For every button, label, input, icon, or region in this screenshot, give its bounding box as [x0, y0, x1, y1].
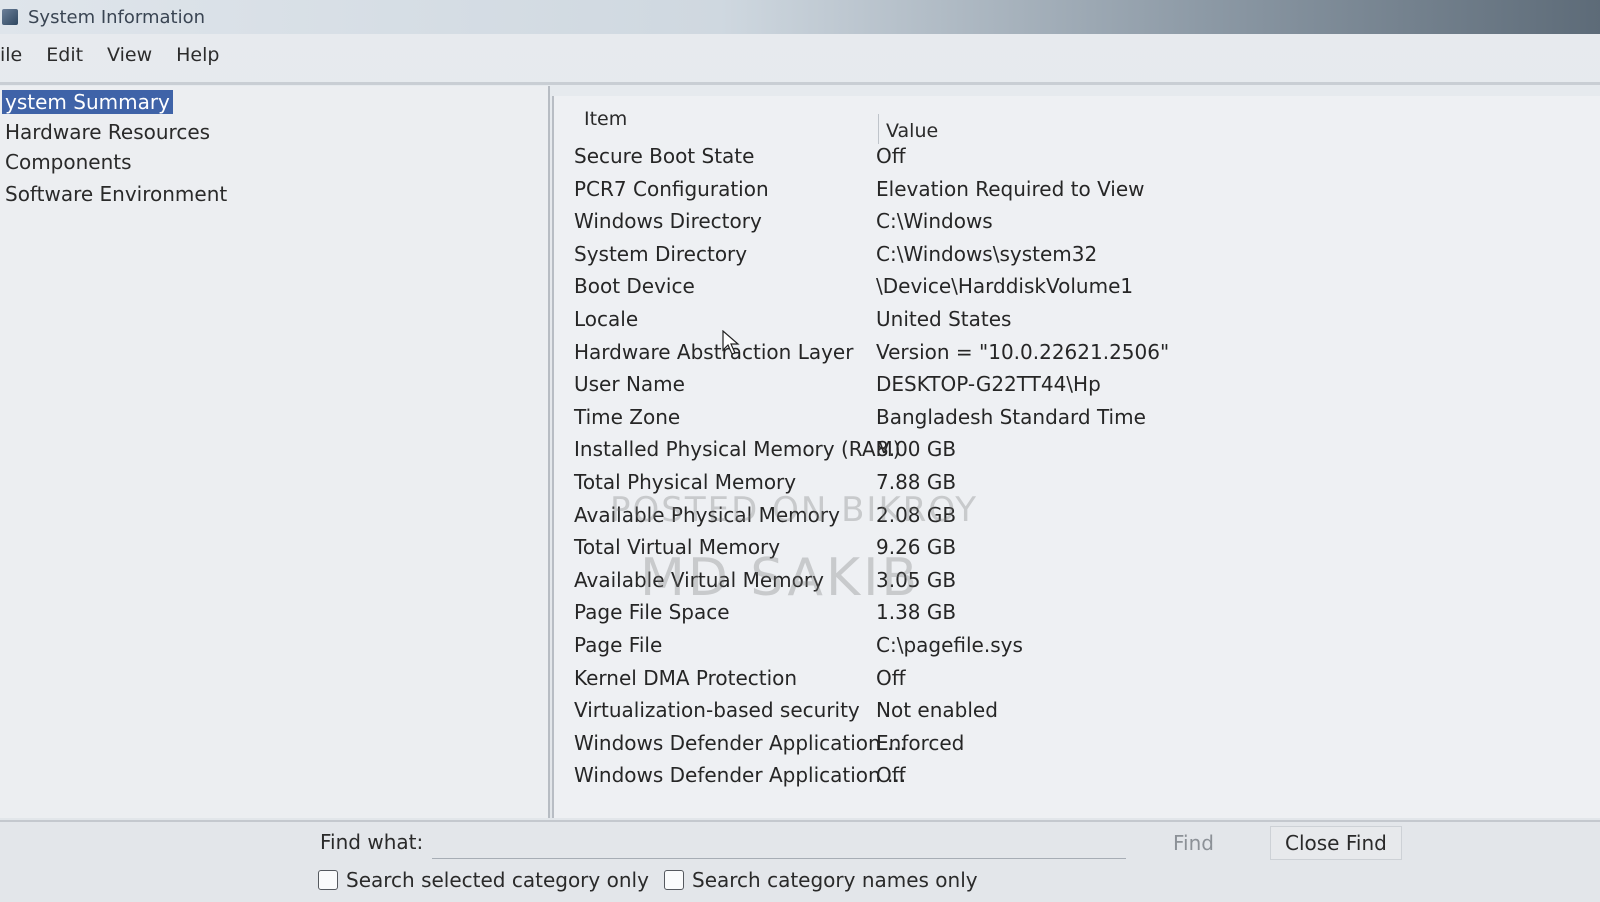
search-selected-category-label: Search selected category only [346, 868, 649, 892]
row-value-cell: United States [876, 307, 1012, 331]
row-item-cell: PCR7 Configuration [574, 176, 769, 201]
table-row[interactable]: Available Virtual Memory 3.05 GB [554, 568, 1594, 600]
search-selected-category-option[interactable]: Search selected category only [318, 868, 649, 892]
table-row[interactable]: Total Virtual Memory 9.26 GB [554, 535, 1594, 567]
title-bar[interactable]: System Information [0, 0, 1600, 34]
row-item-cell: Windows Defender Application ... [574, 730, 907, 755]
table-row[interactable]: Available Physical Memory 2.08 GB [554, 503, 1594, 535]
row-value-cell: Elevation Required to View [876, 176, 1145, 201]
system-information-window: System Information ile Edit View Help ys… [0, 0, 1600, 902]
row-item-cell: Locale [574, 307, 639, 331]
row-item-cell: Secure Boot State [574, 144, 755, 168]
row-value-cell: C:\Windows\system32 [876, 241, 1098, 266]
search-category-names-option[interactable]: Search category names only [664, 868, 978, 892]
table-row[interactable]: Windows Directory C:\Windows [554, 209, 1594, 241]
row-item-cell: Installed Physical Memory (RAM) [574, 437, 901, 462]
row-value-cell: C:\pagefile.sys [876, 633, 1023, 657]
menu-help[interactable]: Help [176, 42, 219, 68]
row-item-cell: Page File [574, 633, 663, 657]
table-row[interactable]: Kernel DMA Protection Off [554, 666, 1594, 698]
menu-bar: ile Edit View Help [0, 38, 1600, 72]
row-value-cell: 8.00 GB [876, 437, 957, 462]
row-item-cell: Virtualization-based security [574, 698, 860, 723]
search-category-names-label: Search category names only [692, 868, 978, 892]
table-row[interactable]: Secure Boot State Off [554, 144, 1594, 176]
details-pane: Item Value Secure Boot State Off PCR7 Conf… [552, 96, 1600, 818]
row-item-cell: Available Virtual Memory [574, 567, 824, 592]
table-row[interactable]: Virtualization-based security Not enabled [554, 698, 1594, 730]
table-row[interactable]: Total Physical Memory 7.88 GB [554, 470, 1594, 502]
row-value-cell: 3.05 GB [876, 567, 957, 592]
table-row[interactable]: Locale United States [554, 307, 1594, 339]
row-value-cell: Version = "10.0.22621.2506" [876, 339, 1170, 364]
table-row[interactable]: Boot Device \Device\HarddiskVolume1 [554, 274, 1594, 306]
row-item-cell: Available Physical Memory [574, 502, 840, 527]
row-value-cell: DESKTOP-G22TT44\Hp [876, 372, 1101, 397]
table-row[interactable]: Page File C:\pagefile.sys [554, 633, 1594, 665]
row-value-cell: Off [876, 763, 906, 788]
row-value-cell: Off [876, 144, 906, 168]
search-category-names-checkbox[interactable] [664, 870, 684, 890]
row-value-cell: Bangladesh Standard Time [876, 404, 1146, 429]
window-title: System Information [28, 6, 206, 28]
table-row[interactable]: Time Zone Bangladesh Standard Time [554, 405, 1594, 437]
column-header-value[interactable]: Value [886, 120, 938, 142]
table-row[interactable]: System Directory C:\Windows\system32 [554, 242, 1594, 274]
find-what-input[interactable] [432, 830, 1126, 859]
menu-divider [0, 82, 1600, 85]
tree-item-software-environment[interactable]: Software Environment [2, 182, 230, 206]
row-item-cell: Total Physical Memory [574, 470, 797, 494]
table-row[interactable]: Hardware Abstraction Layer Version = "10.… [554, 340, 1594, 372]
row-item-cell: Hardware Abstraction Layer [574, 339, 854, 364]
row-item-cell: System Directory [574, 241, 748, 266]
search-selected-category-checkbox[interactable] [318, 870, 338, 890]
row-value-cell: Off [876, 665, 906, 690]
row-value-cell: C:\Windows [876, 209, 993, 234]
tree-item-hardware-resources[interactable]: Hardware Resources [2, 120, 213, 144]
row-value-cell: 7.88 GB [876, 470, 957, 494]
row-value-cell: 9.26 GB [876, 535, 957, 560]
row-item-cell: Total Virtual Memory [574, 535, 781, 560]
row-value-cell: \Device\HarddiskVolume1 [876, 274, 1134, 299]
find-bar: Find what: Find Close Find Search select… [0, 820, 1600, 902]
column-separator[interactable] [878, 114, 879, 144]
table-row[interactable]: User Name DESKTOP-G22TT44\Hp [554, 372, 1594, 404]
row-item-cell: Page File Space [574, 600, 730, 625]
tree-item-components[interactable]: Components [2, 150, 135, 174]
menu-edit[interactable]: Edit [46, 42, 83, 68]
tree-item-system-summary[interactable]: ystem Summary [2, 90, 173, 114]
row-value-cell: 1.38 GB [876, 600, 957, 625]
table-row[interactable]: Installed Physical Memory (RAM) 8.00 GB [554, 437, 1594, 469]
row-item-cell: Kernel DMA Protection [574, 665, 798, 690]
row-item-cell: User Name [574, 372, 685, 397]
system-information-icon [2, 9, 18, 25]
column-header-item[interactable]: Item [584, 108, 627, 130]
find-button[interactable]: Find [1158, 826, 1229, 860]
menu-file[interactable]: ile [0, 42, 22, 68]
table-row[interactable]: PCR7 Configuration Elevation Required to … [554, 177, 1594, 209]
mouse-cursor-icon [722, 330, 740, 355]
table-row[interactable]: Windows Defender Application ... Enforced [554, 731, 1594, 763]
table-row[interactable]: Windows Defender Application ... Off [554, 763, 1594, 795]
find-what-label: Find what: [320, 830, 424, 854]
table-row[interactable]: Page File Space 1.38 GB [554, 600, 1594, 632]
row-item-cell: Time Zone [574, 404, 681, 429]
category-tree: ystem Summary Hardware Resources Compone… [0, 86, 550, 818]
row-value-cell: Enforced [876, 730, 965, 755]
row-item-cell: Boot Device [574, 274, 695, 299]
menu-view[interactable]: View [107, 42, 152, 68]
row-item-cell: Windows Defender Application ... [574, 763, 907, 788]
close-find-button[interactable]: Close Find [1270, 826, 1402, 860]
row-value-cell: Not enabled [876, 698, 998, 723]
row-value-cell: 2.08 GB [876, 502, 957, 527]
row-item-cell: Windows Directory [574, 209, 762, 234]
